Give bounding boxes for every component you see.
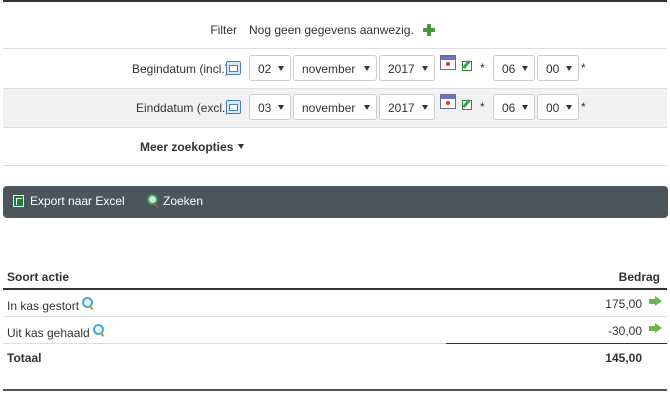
filter-value: Nog geen gegevens aanwezig. <box>249 23 436 37</box>
arrow-right-icon[interactable] <box>649 323 662 333</box>
end-year-select[interactable]: 2017 <box>379 94 435 120</box>
table-row: Uit kas gehaald -30,00 <box>3 317 667 344</box>
begin-hour-select[interactable]: 06 <box>493 55 535 81</box>
chevron-down-icon <box>566 66 572 71</box>
search-icon <box>147 194 158 205</box>
table-header: Soort actie Bedrag <box>3 264 667 290</box>
row-type-label: In kas gestort <box>7 299 80 313</box>
end-day-select[interactable]: 03 <box>249 94 291 120</box>
chevron-down-icon <box>566 105 572 110</box>
required-marker: * <box>480 61 485 75</box>
chevron-down-icon <box>364 105 370 110</box>
edit-icon[interactable] <box>462 100 472 110</box>
row-amount: -30,00 <box>607 324 642 338</box>
edit-icon[interactable] <box>462 61 472 71</box>
filter-empty-text: Nog geen gegevens aanwezig. <box>249 23 414 37</box>
required-marker: * <box>581 61 586 75</box>
more-search-options-label: Meer zoekopties <box>140 140 234 154</box>
filter-label: Filter <box>210 23 237 37</box>
arrow-right-icon[interactable] <box>649 296 662 306</box>
end-date-label: Einddatum (excl.) <box>136 101 230 115</box>
chevron-down-icon <box>522 105 528 110</box>
caret-down-icon <box>238 144 245 149</box>
calendar-picker-icon[interactable] <box>440 94 456 109</box>
begin-month-select[interactable]: november <box>293 55 377 81</box>
total-label: Totaal <box>7 351 42 365</box>
more-options-row: Meer zoekopties <box>3 128 667 166</box>
row-type-label: Uit kas gehaald <box>7 326 90 340</box>
calendar-info-icon[interactable] <box>226 61 241 75</box>
end-month-value: november <box>302 101 356 115</box>
row-amount: 175,00 <box>605 297 642 311</box>
search-button[interactable]: Zoeken <box>163 194 203 208</box>
more-search-options-toggle[interactable]: Meer zoekopties <box>140 140 245 154</box>
end-hour-value: 06 <box>502 101 516 115</box>
end-year-value: 2017 <box>388 101 415 115</box>
add-filter-plus-icon[interactable] <box>423 24 436 36</box>
end-minute-select[interactable]: 00 <box>537 94 579 120</box>
total-amount: 145,00 <box>605 351 642 365</box>
end-minute-value: 00 <box>546 101 560 115</box>
begin-month-value: november <box>302 62 356 76</box>
begin-day-select[interactable]: 02 <box>249 55 291 81</box>
begin-date-row: Begindatum (incl.) 02 november 2017 * 06… <box>3 50 667 89</box>
chevron-down-icon <box>278 66 284 71</box>
action-toolbar: Export naar Excel Zoeken <box>3 186 668 218</box>
chevron-down-icon <box>422 66 428 71</box>
begin-date-label: Begindatum (incl.) <box>132 62 229 76</box>
calendar-info-icon[interactable] <box>226 100 241 114</box>
end-day-value: 03 <box>258 101 272 115</box>
total-row: Totaal 145,00 <box>3 344 667 368</box>
table-row: In kas gestort 175,00 <box>3 290 667 317</box>
begin-year-value: 2017 <box>388 62 415 76</box>
column-header-amount: Bedrag <box>618 270 660 284</box>
chevron-down-icon <box>278 105 284 110</box>
excel-icon <box>13 195 24 207</box>
top-divider <box>3 0 667 2</box>
export-excel-button[interactable]: Export naar Excel <box>30 194 125 208</box>
column-header-type: Soort actie <box>7 270 70 284</box>
chevron-down-icon <box>522 66 528 71</box>
begin-day-value: 02 <box>258 62 272 76</box>
required-marker: * <box>480 100 485 114</box>
chevron-down-icon <box>364 66 370 71</box>
magnifier-icon[interactable] <box>92 324 104 335</box>
end-date-row: Einddatum (excl.) 03 november 2017 * 06 … <box>3 89 667 128</box>
begin-hour-value: 06 <box>502 62 516 76</box>
begin-minute-value: 00 <box>546 62 560 76</box>
magnifier-icon[interactable] <box>82 297 94 308</box>
end-hour-select[interactable]: 06 <box>493 94 535 120</box>
required-marker: * <box>581 100 586 114</box>
end-month-select[interactable]: november <box>293 94 377 120</box>
bottom-divider <box>3 389 667 391</box>
chevron-down-icon <box>422 105 428 110</box>
begin-minute-select[interactable]: 00 <box>537 55 579 81</box>
calendar-picker-icon[interactable] <box>440 55 456 70</box>
filter-row: Filter Nog geen gegevens aanwezig. <box>3 12 667 49</box>
row-type-cell: Uit kas gehaald <box>7 324 104 340</box>
begin-year-select[interactable]: 2017 <box>379 55 435 81</box>
row-type-cell: In kas gestort <box>7 297 94 313</box>
